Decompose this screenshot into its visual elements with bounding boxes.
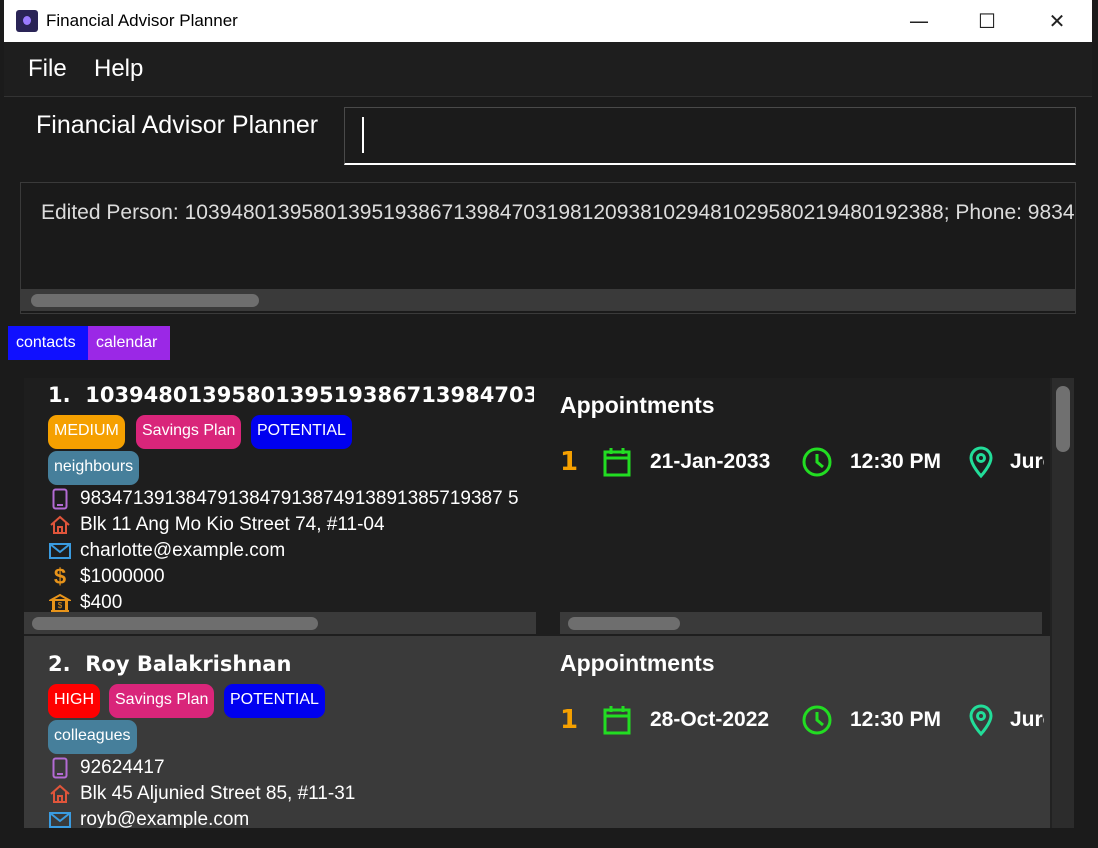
location-pin-icon <box>969 446 993 479</box>
person-index: 1. <box>48 383 71 407</box>
dollar-icon: $ <box>53 564 67 589</box>
person-name-text: Roy Balakrishnan <box>85 652 292 676</box>
text-caret <box>362 117 364 153</box>
phone-row: 92624417 <box>48 756 165 780</box>
calendar-icon <box>603 448 631 477</box>
status-tag: POTENTIAL <box>251 415 352 449</box>
location-pin-icon <box>969 704 993 737</box>
email-row: charlotte@example.com <box>48 539 285 563</box>
status-tag: POTENTIAL <box>224 684 325 718</box>
appointment-date: 21-Jan-2033 <box>650 450 771 473</box>
result-scrollbar-thumb[interactable] <box>31 294 259 307</box>
result-horizontal-scrollbar[interactable] <box>21 289 1075 311</box>
phone-icon <box>48 487 72 511</box>
appointment-row: 1 28-Oct-2022 12:30 PM Jurong <box>560 703 1044 739</box>
risk-tag: MEDIUM <box>48 415 125 449</box>
email-row: royb@example.com <box>48 808 249 828</box>
close-button[interactable]: ✕ <box>1022 0 1092 42</box>
svg-text:$: $ <box>58 601 63 610</box>
menu-file[interactable]: File <box>28 55 67 83</box>
appointment-time: 12:30 PM <box>850 708 942 731</box>
details-scrollbar-thumb[interactable] <box>32 617 318 630</box>
phone-row: 9834713913847913847913874913891385719387… <box>48 487 519 511</box>
phone-text: 92624417 <box>80 757 165 778</box>
tab-calendar[interactable]: calendar <box>88 326 170 360</box>
income-text: $1000000 <box>80 566 165 587</box>
person-card[interactable]: 2. Roy Balakrishnan HIGH Savings Plan PO… <box>24 636 1050 828</box>
appointment-index: 1 <box>560 705 579 735</box>
address-text: Blk 45 Aljunied Street 85, #11-31 <box>80 783 356 804</box>
home-icon <box>48 782 72 806</box>
appointments-title: Appointments <box>560 650 715 676</box>
person-name: 1. 1039480139580139519386713984703198120 <box>48 383 534 407</box>
command-area: Financial Advisor Planner <box>4 96 1092 174</box>
person-index: 2. <box>48 652 71 676</box>
monthly-text: $400 <box>80 592 123 613</box>
income-row: $ $1000000 <box>48 564 165 589</box>
email-icon <box>48 808 72 828</box>
command-label: Financial Advisor Planner <box>36 111 319 139</box>
risk-tag: HIGH <box>48 684 100 718</box>
result-text: Edited Person: 1039480139580139519386713… <box>41 201 1075 224</box>
email-text: royb@example.com <box>80 809 250 828</box>
app-logo-icon <box>16 10 38 32</box>
address-row: Blk 11 Ang Mo Kio Street 74, #11-04 <box>48 513 385 537</box>
command-input[interactable] <box>344 107 1076 165</box>
maximize-button[interactable]: ☐ <box>952 0 1022 42</box>
address-text: Blk 11 Ang Mo Kio Street 74, #11-04 <box>80 514 385 535</box>
appointment-date: 28-Oct-2022 <box>650 708 770 731</box>
group-tag: colleagues <box>48 720 137 754</box>
plan-tag: Savings Plan <box>109 684 215 718</box>
list-scrollbar-thumb[interactable] <box>1056 386 1070 452</box>
appointment-row: 1 21-Jan-2033 12:30 PM Jurong <box>560 445 1044 481</box>
tab-contacts[interactable]: contacts <box>8 326 90 360</box>
appointments-title: Appointments <box>560 392 715 418</box>
appointments-scrollbar-thumb[interactable] <box>568 617 680 630</box>
clock-icon <box>802 705 832 735</box>
person-card[interactable]: 1. 1039480139580139519386713984703198120… <box>24 378 1050 636</box>
window-title-bar: Financial Advisor Planner — ☐ ✕ <box>4 0 1092 42</box>
phone-text: 9834713913847913847913874913891385719387… <box>80 488 519 509</box>
email-text: charlotte@example.com <box>80 540 286 561</box>
menu-help[interactable]: Help <box>94 55 143 83</box>
email-icon <box>48 539 72 563</box>
calendar-icon <box>603 706 631 735</box>
window-title: Financial Advisor Planner <box>46 11 238 30</box>
home-icon <box>48 513 72 537</box>
person-list: 1. 1039480139580139519386713984703198120… <box>24 378 1074 828</box>
menu-bar: File Help <box>4 42 1092 96</box>
minimize-button[interactable]: — <box>884 0 954 42</box>
appointments-horizontal-scrollbar[interactable] <box>560 612 1042 634</box>
result-display: Edited Person: 1039480139580139519386713… <box>20 182 1076 314</box>
phone-icon <box>48 756 72 780</box>
appointment-location: Jurong <box>1010 708 1044 731</box>
appointment-time: 12:30 PM <box>850 450 942 473</box>
group-tag: neighbours <box>48 451 140 485</box>
plan-tag: Savings Plan <box>136 415 242 449</box>
person-name: 2. Roy Balakrishnan <box>48 652 534 676</box>
appointment-location: Jurong <box>1010 450 1044 473</box>
clock-icon <box>802 447 832 477</box>
details-horizontal-scrollbar[interactable] <box>24 612 536 634</box>
appointment-index: 1 <box>560 447 579 477</box>
address-row: Blk 45 Aljunied Street 85, #11-31 <box>48 782 355 806</box>
person-name-text: 1039480139580139519386713984703198120 <box>85 383 534 407</box>
list-vertical-scrollbar[interactable] <box>1052 378 1074 828</box>
